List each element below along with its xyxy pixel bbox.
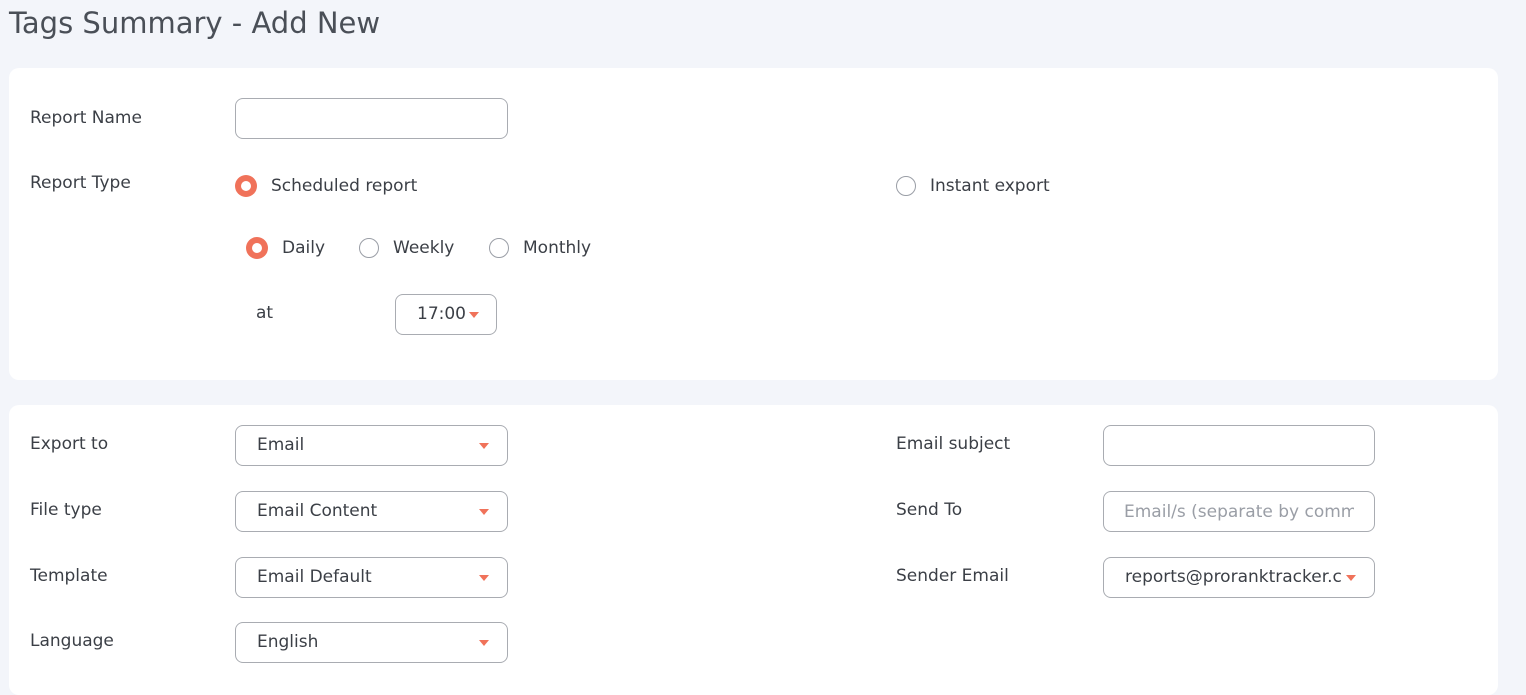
report-settings-card: Report Name Report Type Scheduled report… — [9, 68, 1498, 380]
report-name-label: Report Name — [30, 108, 142, 128]
template-select[interactable]: Email Default — [235, 557, 508, 598]
export-to-value: Email — [257, 435, 305, 455]
radio-checked-icon — [235, 175, 257, 197]
report-name-input[interactable] — [235, 98, 508, 139]
radio-daily-label: Daily — [282, 238, 326, 258]
send-to-label: Send To — [896, 500, 963, 520]
file-type-select[interactable]: Email Content — [235, 491, 508, 532]
page-title: Tags Summary - Add New — [9, 6, 381, 40]
caret-down-icon — [1346, 575, 1356, 581]
send-to-input[interactable] — [1103, 491, 1375, 532]
caret-down-icon — [479, 640, 489, 646]
radio-scheduled-label: Scheduled report — [271, 176, 418, 196]
radio-scheduled-report[interactable]: Scheduled report — [235, 174, 417, 198]
email-subject-label: Email subject — [896, 434, 1011, 454]
language-select[interactable]: English — [235, 622, 508, 663]
report-type-label: Report Type — [30, 173, 131, 193]
radio-monthly-label: Monthly — [523, 238, 592, 258]
radio-weekly-label: Weekly — [393, 238, 455, 258]
caret-down-icon — [479, 443, 489, 449]
sender-email-label: Sender Email — [896, 566, 1009, 586]
email-subject-input[interactable] — [1103, 425, 1375, 466]
radio-unchecked-icon — [896, 176, 916, 196]
at-label: at — [256, 303, 274, 323]
language-label: Language — [30, 631, 114, 651]
export-to-label: Export to — [30, 434, 109, 454]
radio-instant-export[interactable]: Instant export — [896, 174, 1050, 198]
template-value: Email Default — [257, 567, 372, 587]
export-to-select[interactable]: Email — [235, 425, 508, 466]
radio-daily[interactable]: Daily — [246, 236, 325, 260]
radio-weekly[interactable]: Weekly — [359, 236, 454, 260]
time-select-value: 17:00 — [417, 304, 466, 324]
radio-checked-icon — [246, 237, 268, 259]
template-label: Template — [30, 566, 108, 586]
language-value: English — [257, 632, 319, 652]
caret-down-icon — [469, 312, 479, 318]
radio-instant-label: Instant export — [930, 176, 1050, 196]
file-type-value: Email Content — [257, 501, 378, 521]
time-select[interactable]: 17:00 — [395, 294, 497, 335]
radio-unchecked-icon — [489, 238, 509, 258]
sender-email-select[interactable]: reports@proranktracker.com — [1103, 557, 1375, 598]
radio-unchecked-icon — [359, 238, 379, 258]
caret-down-icon — [479, 509, 489, 515]
radio-monthly[interactable]: Monthly — [489, 236, 591, 260]
export-settings-card: Export to Email File type Email Content … — [9, 405, 1498, 695]
file-type-label: File type — [30, 500, 102, 520]
sender-email-value: reports@proranktracker.com — [1125, 567, 1342, 587]
caret-down-icon — [479, 575, 489, 581]
